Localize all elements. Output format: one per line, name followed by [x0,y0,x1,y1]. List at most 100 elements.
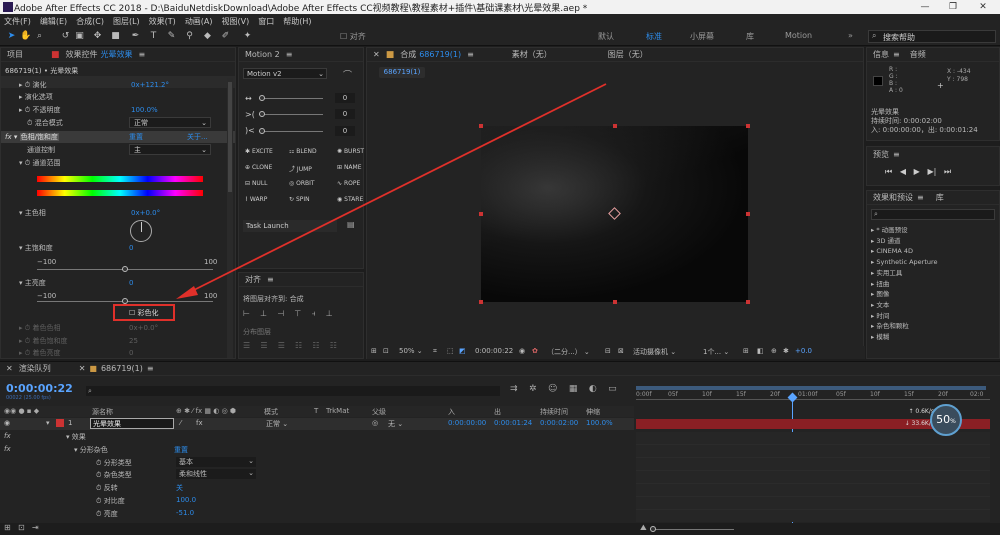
panel-menu-icon[interactable]: ≡ [147,364,154,373]
keyframe-area[interactable] [636,432,990,522]
modes-toggle-icon[interactable]: ⊡ [18,523,25,532]
tab-timeline-comp[interactable]: 686719(1) [101,364,143,373]
effects-category[interactable]: ▸ Synthetic Aperture [871,257,938,268]
panel-menu-icon[interactable]: ≡ [893,50,900,59]
column-duration[interactable]: 持续时间 [540,407,568,417]
first-frame-icon[interactable]: ⏮ [885,167,892,176]
tab-audio[interactable]: 音频 [910,49,926,60]
arrow-head [176,286,198,299]
column-mode[interactable]: 模式 [264,407,278,417]
effects-category[interactable]: ▸ CINEMA 4D [871,246,938,257]
ruler-tick: 02:0 [970,391,984,398]
layer-fx-icon[interactable]: fx [196,419,203,427]
fx-icon[interactable]: fx [4,432,11,440]
stopwatch-icon[interactable]: ⏱ [96,471,101,479]
layer-quality-icon[interactable]: ⁄ [180,419,181,427]
brightness-value[interactable]: -51.0 [176,509,194,517]
in-out-toggle-icon[interactable]: ⇥ [32,523,39,532]
timeline-panel: ✕ 渲染队列 ✕ ■ 686719(1) ≡ 0:00:00:22 00022 … [0,361,1000,535]
tab-effects-presets[interactable]: 效果和预设 [873,192,913,203]
close-tab-icon[interactable]: ✕ [6,364,13,373]
stopwatch-icon[interactable]: ⏱ [96,484,101,492]
tab-library[interactable]: 库 [936,192,944,203]
timeline-header: ✕ 渲染队列 ✕ ■ 686719(1) ≡ [0,362,1000,376]
effects-category-list: ▸ * 动画预设 ▸ 3D 通道 ▸ CINEMA 4D ▸ Synthetic… [871,225,938,343]
layer-name[interactable]: 光晕效果 [90,418,174,429]
effects-category[interactable]: ▸ * 动画预设 [871,225,938,236]
time-ruler[interactable]: 0:00f 05f 10f 15f 20f 01:00f 05f 10f 15f… [636,386,990,400]
property-fractal-noise[interactable]: ▾ 分形杂色 [74,445,108,455]
contrast-value[interactable]: 100.0 [176,496,196,504]
cpu-usage-widget[interactable]: 50% [930,404,962,436]
layer-properties: fx ▾ 效果 fx ▾ 分形杂色 重置 ⏱ 分形类型 基本 ⌄ ⏱ 杂色类型 柔… [0,432,634,524]
chevron-down-icon: ⌄ [248,457,254,465]
info-in-out: 入: 0:00:00:00，出: 0:00:01:24 [871,126,978,134]
column-parent[interactable]: 父级 [372,407,386,417]
layer-parent-dropdown[interactable]: 无 ⌄ [388,419,403,429]
parent-pick-whip-icon[interactable]: ◎ [372,419,378,427]
layer-stretch[interactable]: 100.0% [586,419,613,427]
column-in[interactable]: 入 [448,407,455,417]
layer-switches-toggle-icon[interactable]: ⊞ [4,523,11,532]
timeline-zoom-slider[interactable] [654,529,734,530]
draft-3d-icon[interactable]: ✲ [529,384,537,394]
column-source-name[interactable]: 源名称 [92,407,113,417]
zoom-out-icon[interactable]: ⛰ [640,523,647,533]
cpu-percent: 50 [936,413,951,426]
noise-type-dropdown[interactable]: 柔和线性 ⌄ [176,469,256,479]
prev-frame-icon[interactable]: ◀ [900,167,906,176]
timeline-zoom-knob[interactable] [650,526,656,532]
timeline-timecode[interactable]: 0:00:00:22 [6,382,73,395]
ruler-tick: 20f [938,391,948,398]
effects-search-input[interactable]: ⌕ [871,209,995,220]
timeline-search[interactable]: ⌕ [86,386,500,396]
layer-row[interactable]: ◉ ▾ 1 光晕效果 ⁄ fx 正常 ⌄ ◎ 无 ⌄ 0:00:00:00 0:… [0,418,634,430]
stopwatch-icon[interactable]: ⏱ [96,497,101,505]
next-frame-icon[interactable]: ▶| [927,167,936,176]
effects-category[interactable]: ▸ 扭曲 [871,279,938,290]
stopwatch-icon[interactable]: ⏱ [96,510,101,518]
effects-category[interactable]: ▸ 3D 通道 [871,236,938,247]
graph-editor-icon[interactable]: ▭ [608,384,617,394]
effects-category[interactable]: ▸ 文本 [871,300,938,311]
ruler-tick: 01:00f [798,391,818,398]
layer-label-color[interactable] [56,419,64,427]
frame-blend-icon[interactable]: ▦ [569,384,578,394]
fx-icon[interactable]: fx [4,445,11,453]
comp-flowchart-icon[interactable]: ⇉ [510,384,518,394]
panel-menu-icon[interactable]: ≡ [917,193,924,202]
ruler-tick: 20f [770,391,780,398]
close-tab-icon[interactable]: ✕ [79,364,86,373]
fractal-type-dropdown[interactable]: 基本 ⌄ [176,457,256,467]
effects-category[interactable]: ▸ 实用工具 [871,268,938,279]
shy-icon[interactable]: ☺ [548,384,557,394]
tab-preview[interactable]: 预览 [873,149,889,160]
effects-category[interactable]: ▸ 图像 [871,289,938,300]
effects-category[interactable]: ▸ 杂色和颗粒 [871,321,938,332]
property-effects[interactable]: ▾ 效果 [66,432,86,442]
layer-in[interactable]: 0:00:00:00 [448,419,486,427]
tab-info[interactable]: 信息 [873,49,889,60]
layer-duration[interactable]: 0:00:02:00 [540,419,578,427]
column-trkmat[interactable]: TrkMat [326,407,349,415]
motion-blur-icon[interactable]: ◐ [589,384,597,394]
column-stretch[interactable]: 伸缩 [586,407,600,417]
panel-menu-icon[interactable]: ≡ [893,150,900,159]
invert-value[interactable]: 关 [176,483,183,493]
layer-mode-dropdown[interactable]: 正常 ⌄ [266,419,288,429]
work-area-bar[interactable] [636,386,986,390]
visibility-icon[interactable]: ◉ [4,419,10,427]
av-switch-icons: ◉◉ ● ▪ ◆ [4,407,40,415]
last-frame-icon[interactable]: ⏭ [944,167,951,176]
column-t[interactable]: T [314,407,318,415]
ruler-tick: 05f [836,391,846,398]
tab-render-queue[interactable]: 渲染队列 [19,363,51,374]
effects-category[interactable]: ▸ 模糊 [871,332,938,343]
layer-out[interactable]: 0:00:01:24 [494,419,532,427]
stopwatch-icon[interactable]: ⏱ [96,459,101,467]
effects-category[interactable]: ▸ 时间 [871,311,938,322]
expand-layer-icon[interactable]: ▾ [46,419,50,427]
fractal-noise-reset[interactable]: 重置 [174,445,188,455]
play-icon[interactable]: ▶ [914,167,920,176]
column-out[interactable]: 出 [494,407,501,417]
